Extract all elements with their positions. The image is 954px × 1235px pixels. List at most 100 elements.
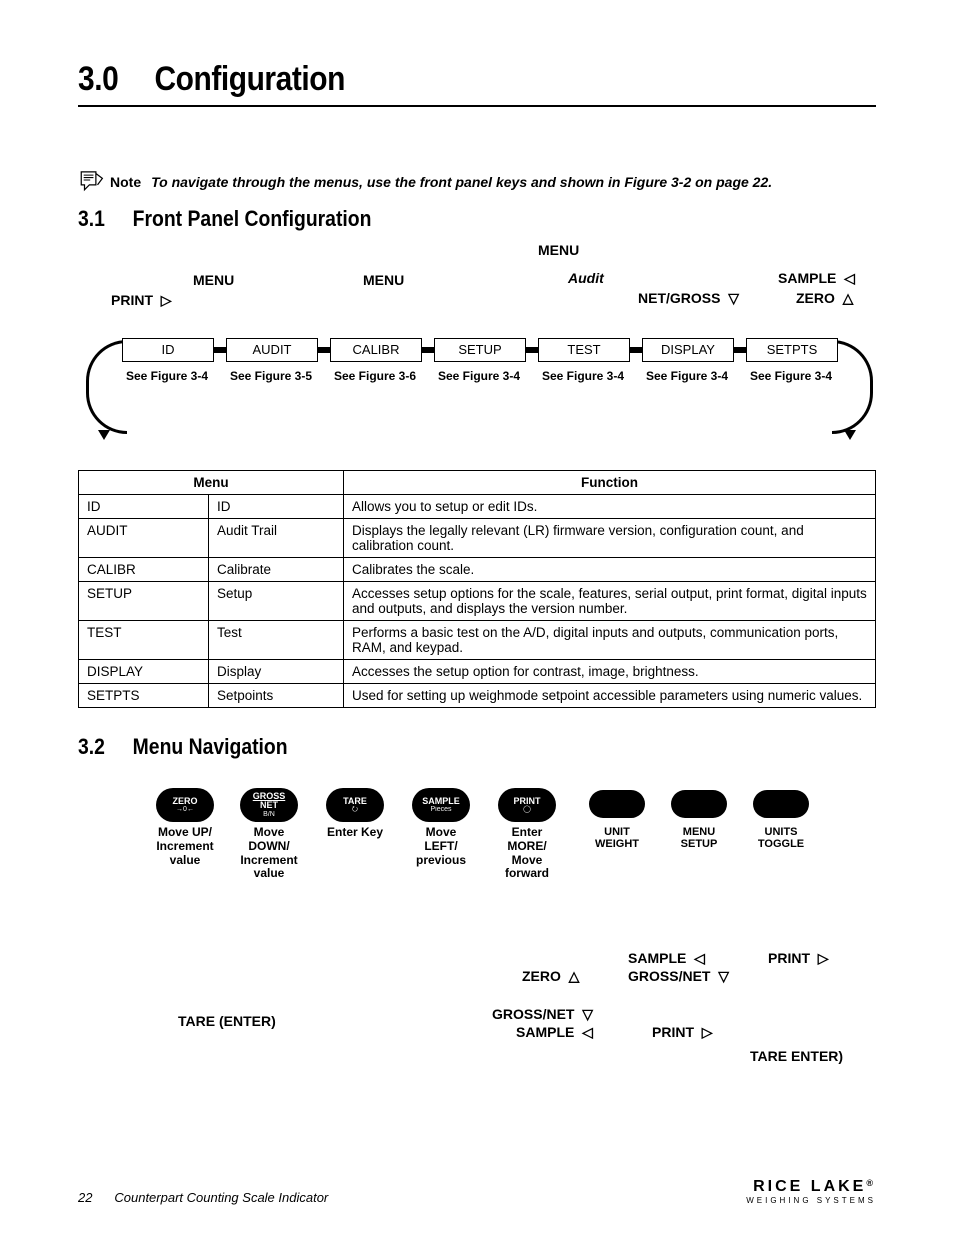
arrow-down-icon <box>98 430 110 440</box>
cell: Displays the legally relevant (LR) firmw… <box>344 519 876 558</box>
flow-box-calibr: CALIBR <box>330 338 422 362</box>
section-3-2-heading: 3.2 Menu Navigation <box>78 734 780 760</box>
key-line: ⭮ <box>352 806 358 813</box>
key-units-toggle: UNITS TOGGLE <box>746 790 816 850</box>
cell: Allows you to setup or edit IDs. <box>344 495 876 519</box>
table-header-function: Function <box>344 471 876 495</box>
menu-setup-icon <box>671 790 727 818</box>
triangle-left-icon: ◁ <box>844 270 855 286</box>
flow-zero-text: ZERO <box>796 290 835 306</box>
nav-print-right: PRINT ▷ <box>768 950 829 967</box>
page-number: 22 <box>78 1190 92 1205</box>
key-tare: TARE ⭮ Enter Key <box>316 788 394 840</box>
sample-key-icon: SAMPLE Pieces <box>412 788 470 822</box>
unit-weight-icon <box>589 790 645 818</box>
units-toggle-icon <box>753 790 809 818</box>
flow-box-id: ID <box>122 338 214 362</box>
key-line: TARE <box>343 797 367 806</box>
key-tare-desc: Enter Key <box>316 826 394 840</box>
cell: AUDIT <box>79 519 209 558</box>
key-sample-desc: Move LEFT/ previous <box>402 826 480 867</box>
flow-box-test: TEST <box>538 338 630 362</box>
table-header-menu: Menu <box>79 471 344 495</box>
nav-zero: ZERO △ <box>522 968 579 985</box>
zero-key-icon: ZERO →0← <box>156 788 214 822</box>
key-line: B/N <box>263 811 275 818</box>
key-zero-desc: Move UP/ Increment value <box>146 826 224 867</box>
brand-text: RICE LAKE <box>753 1178 866 1195</box>
cell: Accesses setup options for the scale, fe… <box>344 582 876 621</box>
section-3-1-title: Front Panel Configuration <box>133 206 372 231</box>
triangle-down-icon: ▽ <box>728 290 739 306</box>
nav-grossnet-text: GROSS/NET <box>628 968 710 984</box>
tare-key-icon: TARE ⭮ <box>326 788 384 822</box>
cell: Used for setting up weighmode setpoint a… <box>344 684 876 708</box>
flow-see-6: See Figure 3-4 <box>746 370 836 383</box>
cell: Setup <box>209 582 344 621</box>
section-3-1-heading: 3.1 Front Panel Configuration <box>78 206 780 232</box>
flow-netgross-label: NET/GROSS ▽ <box>638 290 739 307</box>
unit-weight-label: UNIT WEIGHT <box>582 826 652 850</box>
flow-audit: Audit <box>568 270 604 286</box>
table-header-row: Menu Function <box>79 471 876 495</box>
flow-box-display: DISPLAY <box>642 338 734 362</box>
menu-setup-label: MENU SETUP <box>664 826 734 850</box>
cell: Setpoints <box>209 684 344 708</box>
triangle-right-icon: ▷ <box>702 1024 713 1040</box>
flow-see-2: See Figure 3-6 <box>330 370 420 383</box>
key-zero: ZERO →0← Move UP/ Increment value <box>146 788 224 867</box>
flow-box-setpts: SETPTS <box>746 338 838 362</box>
cell: SETUP <box>79 582 209 621</box>
cell: SETPTS <box>79 684 209 708</box>
flow-top-menu: MENU <box>538 242 579 258</box>
flow-see-0: See Figure 3-4 <box>122 370 212 383</box>
key-sample: SAMPLE Pieces Move LEFT/ previous <box>402 788 480 867</box>
triangle-up-icon: △ <box>843 290 854 306</box>
flow-print-text: PRINT <box>111 292 153 308</box>
key-menu-setup: MENU SETUP <box>664 790 734 850</box>
footer-brand: RICE LAKE® WEIGHING SYSTEMS <box>746 1178 876 1205</box>
nav-sample-text-2: SAMPLE <box>516 1024 574 1040</box>
flow-print-label: PRINT ▷ <box>111 292 172 309</box>
key-gross: GROSS NET B/N Move DOWN/ Increment value <box>230 788 308 881</box>
flow-zero-label: ZERO △ <box>796 290 853 307</box>
flow-loop-right <box>832 340 873 434</box>
key-gross-desc: Move DOWN/ Increment value <box>230 826 308 881</box>
registered-icon: ® <box>866 1178 876 1188</box>
triangle-right-icon: ▷ <box>818 950 829 966</box>
section-3-2-number: 3.2 <box>78 734 127 760</box>
units-toggle-label: UNITS TOGGLE <box>746 826 816 850</box>
cell: Audit Trail <box>209 519 344 558</box>
nav-zero-text: ZERO <box>522 968 561 984</box>
key-line: →0← <box>176 806 194 813</box>
nav-grossnet-down: GROSS/NET ▽ <box>628 968 729 985</box>
note-text: To navigate through the menus, use the f… <box>151 174 772 190</box>
flow-menu2: MENU <box>363 272 404 288</box>
cell: Display <box>209 660 344 684</box>
cell: CALIBR <box>79 558 209 582</box>
section-3-2-title: Menu Navigation <box>133 734 288 759</box>
brand-name: RICE LAKE® <box>746 1178 876 1196</box>
cell: Performs a basic test on the A/D, digita… <box>344 621 876 660</box>
flow-sample-text: SAMPLE <box>778 270 836 286</box>
note-icon <box>78 167 104 196</box>
note-label: Note <box>110 174 141 190</box>
heading-number: 3.0 <box>78 60 147 99</box>
nav-print-text-2: PRINT <box>652 1024 694 1040</box>
menu-function-table: Menu Function IDIDAllows you to setup or… <box>78 470 876 708</box>
flow-see-5: See Figure 3-4 <box>642 370 732 383</box>
cell: Test <box>209 621 344 660</box>
key-line: ◯ <box>523 806 531 813</box>
note-row: Note To navigate through the menus, use … <box>78 167 876 196</box>
footer-doc-title: Counterpart Counting Scale Indicator <box>114 1190 328 1205</box>
flow-see-4: See Figure 3-4 <box>538 370 628 383</box>
heading-rule <box>78 105 876 107</box>
key-line: ZERO <box>172 797 197 806</box>
table-row: AUDITAudit TrailDisplays the legally rel… <box>79 519 876 558</box>
table-row: SETUPSetupAccesses setup options for the… <box>79 582 876 621</box>
key-line: PRINT <box>514 797 541 806</box>
keys-diagram: ZERO →0← Move UP/ Increment value GROSS … <box>78 788 876 1098</box>
footer-left: 22 Counterpart Counting Scale Indicator <box>78 1189 328 1205</box>
print-key-icon: PRINT ◯ <box>498 788 556 822</box>
triangle-down-icon: ▽ <box>582 1006 593 1022</box>
